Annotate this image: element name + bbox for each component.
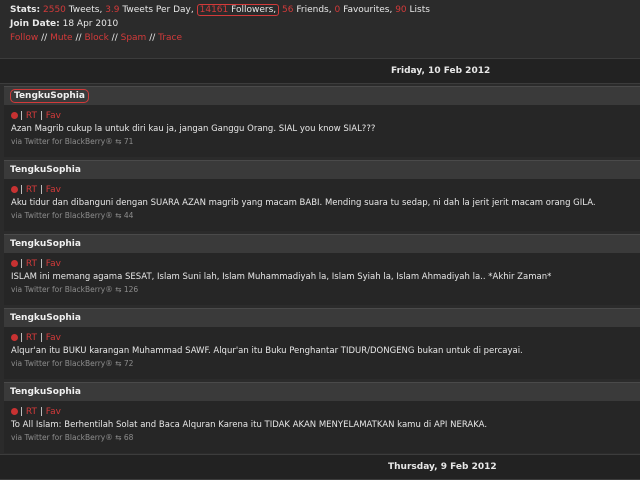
favourite-link[interactable]: Fav	[46, 259, 61, 269]
date-separator: Thursday, 9 Feb 2012	[0, 454, 640, 480]
lists-label: Lists	[409, 5, 430, 15]
reply-icon[interactable]	[11, 260, 18, 267]
retweet-icon: ⇆	[115, 211, 122, 220]
retweet-count: 72	[123, 359, 134, 368]
profile-stats-header: Stats: 2550 Tweets, 3.9 Tweets Per Day, …	[0, 0, 640, 55]
retweet-count: 126	[123, 285, 139, 294]
tweet-username[interactable]: TengkuSophia	[10, 89, 89, 103]
tweet-actions: | RT | Fav	[11, 109, 640, 123]
spam-link[interactable]: Spam	[121, 33, 147, 43]
tweet-actions: | RT | Fav	[11, 405, 640, 419]
reply-icon[interactable]	[11, 334, 18, 341]
tweet-source[interactable]: via Twitter for BlackBerry®	[11, 433, 113, 442]
tweet-text: To All Islam: Berhentilah Solat and Baca…	[11, 420, 488, 430]
tweet-source[interactable]: via Twitter for BlackBerry®	[11, 285, 113, 294]
retweet-icon: ⇆	[115, 137, 122, 146]
tweets-count[interactable]: 2550	[43, 5, 66, 15]
tweet-text: Azan Magrib cukup la untuk diri kau ja, …	[11, 124, 376, 134]
retweet-link[interactable]: RT	[26, 259, 37, 269]
followers-count[interactable]: 14161	[200, 5, 229, 15]
tweet-item: TengkuSophia | RT | Fav Aku tidur dan di…	[4, 160, 640, 231]
reply-icon[interactable]	[11, 408, 18, 415]
action-separator: //	[41, 33, 48, 43]
favourite-link[interactable]: Fav	[46, 185, 61, 195]
favourite-link[interactable]: Fav	[46, 333, 61, 343]
retweet-link[interactable]: RT	[26, 111, 37, 121]
date-label: Thursday, 9 Feb 2012	[388, 462, 497, 472]
block-link[interactable]: Block	[84, 33, 108, 43]
followers-label: Followers,	[231, 5, 277, 15]
reply-icon[interactable]	[11, 186, 18, 193]
tweet-actions: | RT | Fav	[11, 331, 640, 345]
favourites-count[interactable]: 0	[334, 5, 340, 15]
retweet-count: 44	[123, 211, 134, 220]
tweets-label: Tweets,	[68, 5, 103, 15]
tweet-text: ISLAM ini memang agama SESAT, Islam Suni…	[11, 272, 552, 282]
retweet-icon: ⇆	[115, 285, 122, 294]
retweet-count: 71	[123, 137, 134, 146]
favourites-label: Favourites,	[343, 5, 393, 15]
retweet-link[interactable]: RT	[26, 185, 37, 195]
stats-label: Stats:	[10, 5, 41, 15]
retweet-icon: ⇆	[115, 433, 122, 442]
tweet-meta: via Twitter for BlackBerry® ⇆ 72	[11, 358, 640, 370]
join-date-line: Join Date: 18 Apr 2010	[10, 17, 640, 31]
date-separator: Friday, 10 Feb 2012	[0, 58, 640, 84]
tweet-actions: | RT | Fav	[11, 183, 640, 197]
action-separator: //	[149, 33, 156, 43]
tweet-item: TengkuSophia | RT | Fav ISLAM ini memang…	[4, 234, 640, 305]
tweet-meta: via Twitter for BlackBerry® ⇆ 44	[11, 210, 640, 222]
retweet-link[interactable]: RT	[26, 407, 37, 417]
tweet-item: TengkuSophia | RT | Fav Azan Magrib cuku…	[4, 86, 640, 157]
retweet-count: 68	[123, 433, 134, 442]
tweet-text: Aku tidur dan dibanguni dengan SUARA AZA…	[11, 198, 596, 208]
date-label: Friday, 10 Feb 2012	[391, 66, 491, 76]
tweets-per-day-count: 3.9	[105, 5, 120, 15]
retweet-link[interactable]: RT	[26, 333, 37, 343]
favourite-link[interactable]: Fav	[46, 111, 61, 121]
trace-link[interactable]: Trace	[158, 33, 182, 43]
tweets-per-day-label: Tweets Per Day,	[122, 5, 194, 15]
profile-actions: Follow // Mute // Block // Spam // Trace	[10, 31, 640, 45]
tweet-meta: via Twitter for BlackBerry® ⇆ 68	[11, 432, 640, 444]
follow-link[interactable]: Follow	[10, 33, 38, 43]
tweet-text: Alqur'an itu BUKU karangan Muhammad SAWF…	[11, 346, 523, 356]
join-date-value: 18 Apr 2010	[62, 19, 119, 29]
join-date-label: Join Date:	[10, 19, 60, 29]
retweet-icon: ⇆	[115, 359, 122, 368]
tweet-meta: via Twitter for BlackBerry® ⇆ 71	[11, 136, 640, 148]
action-separator: //	[111, 33, 118, 43]
tweet-source[interactable]: via Twitter for BlackBerry®	[11, 137, 113, 146]
lists-count[interactable]: 90	[395, 5, 406, 15]
reply-icon[interactable]	[11, 112, 18, 119]
followers-stat[interactable]: 14161 Followers,	[196, 4, 280, 16]
tweet-item: TengkuSophia | RT | Fav Alqur'an itu BUK…	[4, 308, 640, 379]
action-separator: //	[75, 33, 82, 43]
friends-count[interactable]: 56	[282, 5, 293, 15]
tweet-item: TengkuSophia | RT | Fav To All Islam: Be…	[4, 382, 640, 453]
tweet-username[interactable]: TengkuSophia	[10, 387, 81, 397]
stats-line: Stats: 2550 Tweets, 3.9 Tweets Per Day, …	[10, 3, 640, 17]
tweet-username[interactable]: TengkuSophia	[10, 165, 81, 175]
tweet-actions: | RT | Fav	[11, 257, 640, 271]
friends-label: Friends,	[296, 5, 332, 15]
tweet-username[interactable]: TengkuSophia	[10, 239, 81, 249]
tweet-meta: via Twitter for BlackBerry® ⇆ 126	[11, 284, 640, 296]
mute-link[interactable]: Mute	[50, 33, 73, 43]
tweet-source[interactable]: via Twitter for BlackBerry®	[11, 359, 113, 368]
tweet-username[interactable]: TengkuSophia	[10, 313, 81, 323]
tweet-source[interactable]: via Twitter for BlackBerry®	[11, 211, 113, 220]
favourite-link[interactable]: Fav	[46, 407, 61, 417]
